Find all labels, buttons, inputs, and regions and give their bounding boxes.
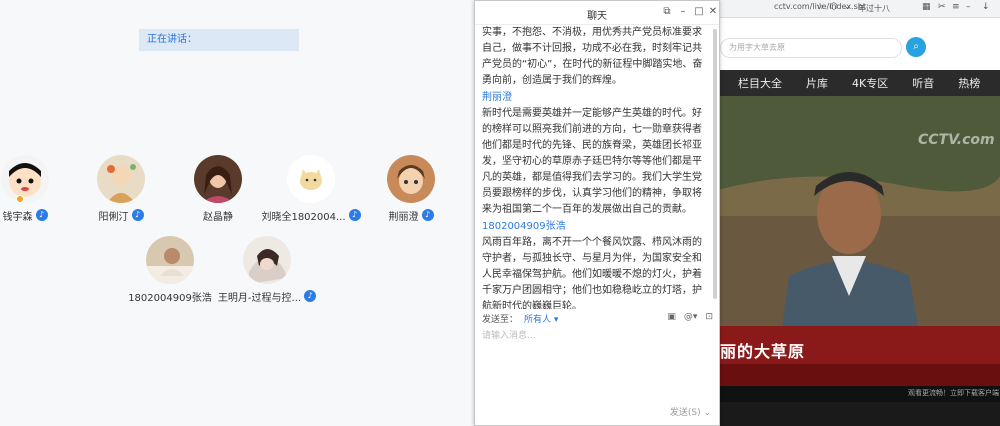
avatar [146, 236, 194, 284]
cctv-logo: CCTV.com [918, 132, 995, 148]
microphone-icon[interactable]: ♪ [304, 290, 317, 302]
chat-scrollbar[interactable] [713, 29, 717, 299]
participant-name: 赵晶静 [203, 211, 233, 223]
send-to-label: 发送至： [482, 315, 519, 325]
participant-tile[interactable]: 刘晓全1802004... ♪ [256, 155, 366, 223]
send-label: 发送(S) [669, 408, 701, 418]
menu-icon[interactable]: ≡ [952, 2, 960, 12]
nav-item-4k[interactable]: 4K专区 [852, 75, 888, 91]
chat-message-list[interactable]: 实事，不抱怨、不消极，用优秀共产党员标准要求自己，做事不计回报，功成不必在我，时… [475, 25, 709, 309]
chat-tools: ▣ @▾ ⊡ [667, 312, 713, 322]
participant-name: 王明月-过程与控... [217, 292, 302, 304]
send-button[interactable]: 发送(S) ⌄ [670, 405, 711, 418]
mention-icon[interactable]: @▾ [684, 312, 698, 322]
nav-item-library[interactable]: 片库 [806, 75, 828, 91]
participant-tile[interactable]: 1802004909张浩 [115, 236, 225, 304]
chat-input[interactable]: 请输入消息... [482, 328, 712, 398]
browser-tab[interactable]: 年过十八 [858, 1, 918, 16]
send-to-target: 所有人 [524, 315, 552, 325]
meeting-participants-panel: 正在讲话： 钱宇森 ♪ 阳俐汀 ♪ 赵晶静 刘晓全1802004... ♪ 荆丽澄 ♪ [0, 0, 474, 426]
chevron-down-icon[interactable]: ⌄ [844, 2, 852, 12]
participant-tile[interactable]: 王明月-过程与控... ♪ [212, 236, 322, 304]
minimize-icon[interactable]: – [966, 2, 971, 12]
nav-item-audio[interactable]: 听音 [912, 75, 934, 91]
extension-icon[interactable]: ⬡ [830, 2, 838, 12]
microphone-icon[interactable]: ♪ [131, 209, 144, 221]
speaking-status: 正在讲话： [139, 29, 299, 51]
maximize-icon[interactable]: □ [693, 6, 705, 17]
client-download-link[interactable]: 观看更流畅！立即下载客户端 [908, 388, 999, 398]
microphone-icon[interactable]: ♪ [35, 209, 48, 221]
participant-name: 阳俐汀 [98, 211, 129, 223]
restore-icon[interactable]: ⧉ [661, 6, 673, 17]
search-icon[interactable]: ⌕ [906, 37, 926, 57]
message-sender: 1802004909张浩 [482, 221, 566, 232]
nav-item-hot[interactable]: 热榜 [958, 75, 980, 91]
participant-name: 荆丽澄 [388, 211, 419, 223]
star-icon[interactable]: ☆ [816, 2, 824, 12]
close-icon[interactable]: ✕ [707, 6, 719, 17]
scissors-icon[interactable]: ✂ [938, 2, 946, 12]
grid-icon[interactable]: ▦ [922, 2, 931, 12]
site-search-input[interactable]: 为用字大草去原 [720, 38, 902, 58]
file-icon[interactable]: ⊡ [705, 312, 713, 322]
site-nav: 栏目大全 片库 4K专区 听音 热榜 [714, 70, 1000, 96]
avatar [1, 155, 49, 203]
avatar [243, 236, 291, 284]
avatar [97, 155, 145, 203]
participant-tile[interactable]: 阳俐汀 ♪ [66, 155, 176, 223]
nav-item-columns[interactable]: 栏目大全 [738, 75, 782, 91]
host-badge-icon [16, 195, 24, 203]
participant-name: 钱宇森 [2, 211, 33, 223]
minimize-icon[interactable]: – [677, 6, 689, 17]
participant-tile[interactable]: 荆丽澄 ♪ [356, 155, 466, 223]
avatar [194, 155, 242, 203]
message-text: 实事，不抱怨、不消极，用优秀共产党员标准要求自己，做事不计回报，功成不必在我，时… [482, 27, 703, 86]
image-icon[interactable]: ▣ [667, 312, 676, 322]
microphone-icon[interactable]: ♪ [421, 209, 434, 221]
avatar [287, 155, 335, 203]
message-text: 新时代是需要英雄并一定能够产生英雄的时代。好的榜样可以照亮我们前进的方向，七一勋… [482, 108, 702, 215]
video-subtitle: 丽的大草原 [720, 342, 806, 361]
send-to-row: 发送至： 所有人 ▾ [482, 312, 558, 325]
avatar [387, 155, 435, 203]
send-to-dropdown[interactable]: 所有人 ▾ [524, 315, 558, 325]
message-sender: 荆丽澄 [482, 92, 512, 103]
participant-name: 1802004909张浩 [128, 292, 212, 304]
participant-name: 刘晓全1802004... [261, 211, 346, 223]
chat-window: 聊天 ⧉ – □ ✕ 实事，不抱怨、不消极，用优秀共产党员标准要求自己，做事不计… [474, 0, 720, 426]
message-text: 风雨百年路，离不开一个个餐风饮露、栉风沐雨的守护者，与孤独长守、与星月为伴，为国… [482, 237, 702, 309]
download-icon[interactable]: ↓ [982, 2, 990, 12]
chat-titlebar[interactable]: 聊天 ⧉ – □ ✕ [475, 1, 719, 25]
